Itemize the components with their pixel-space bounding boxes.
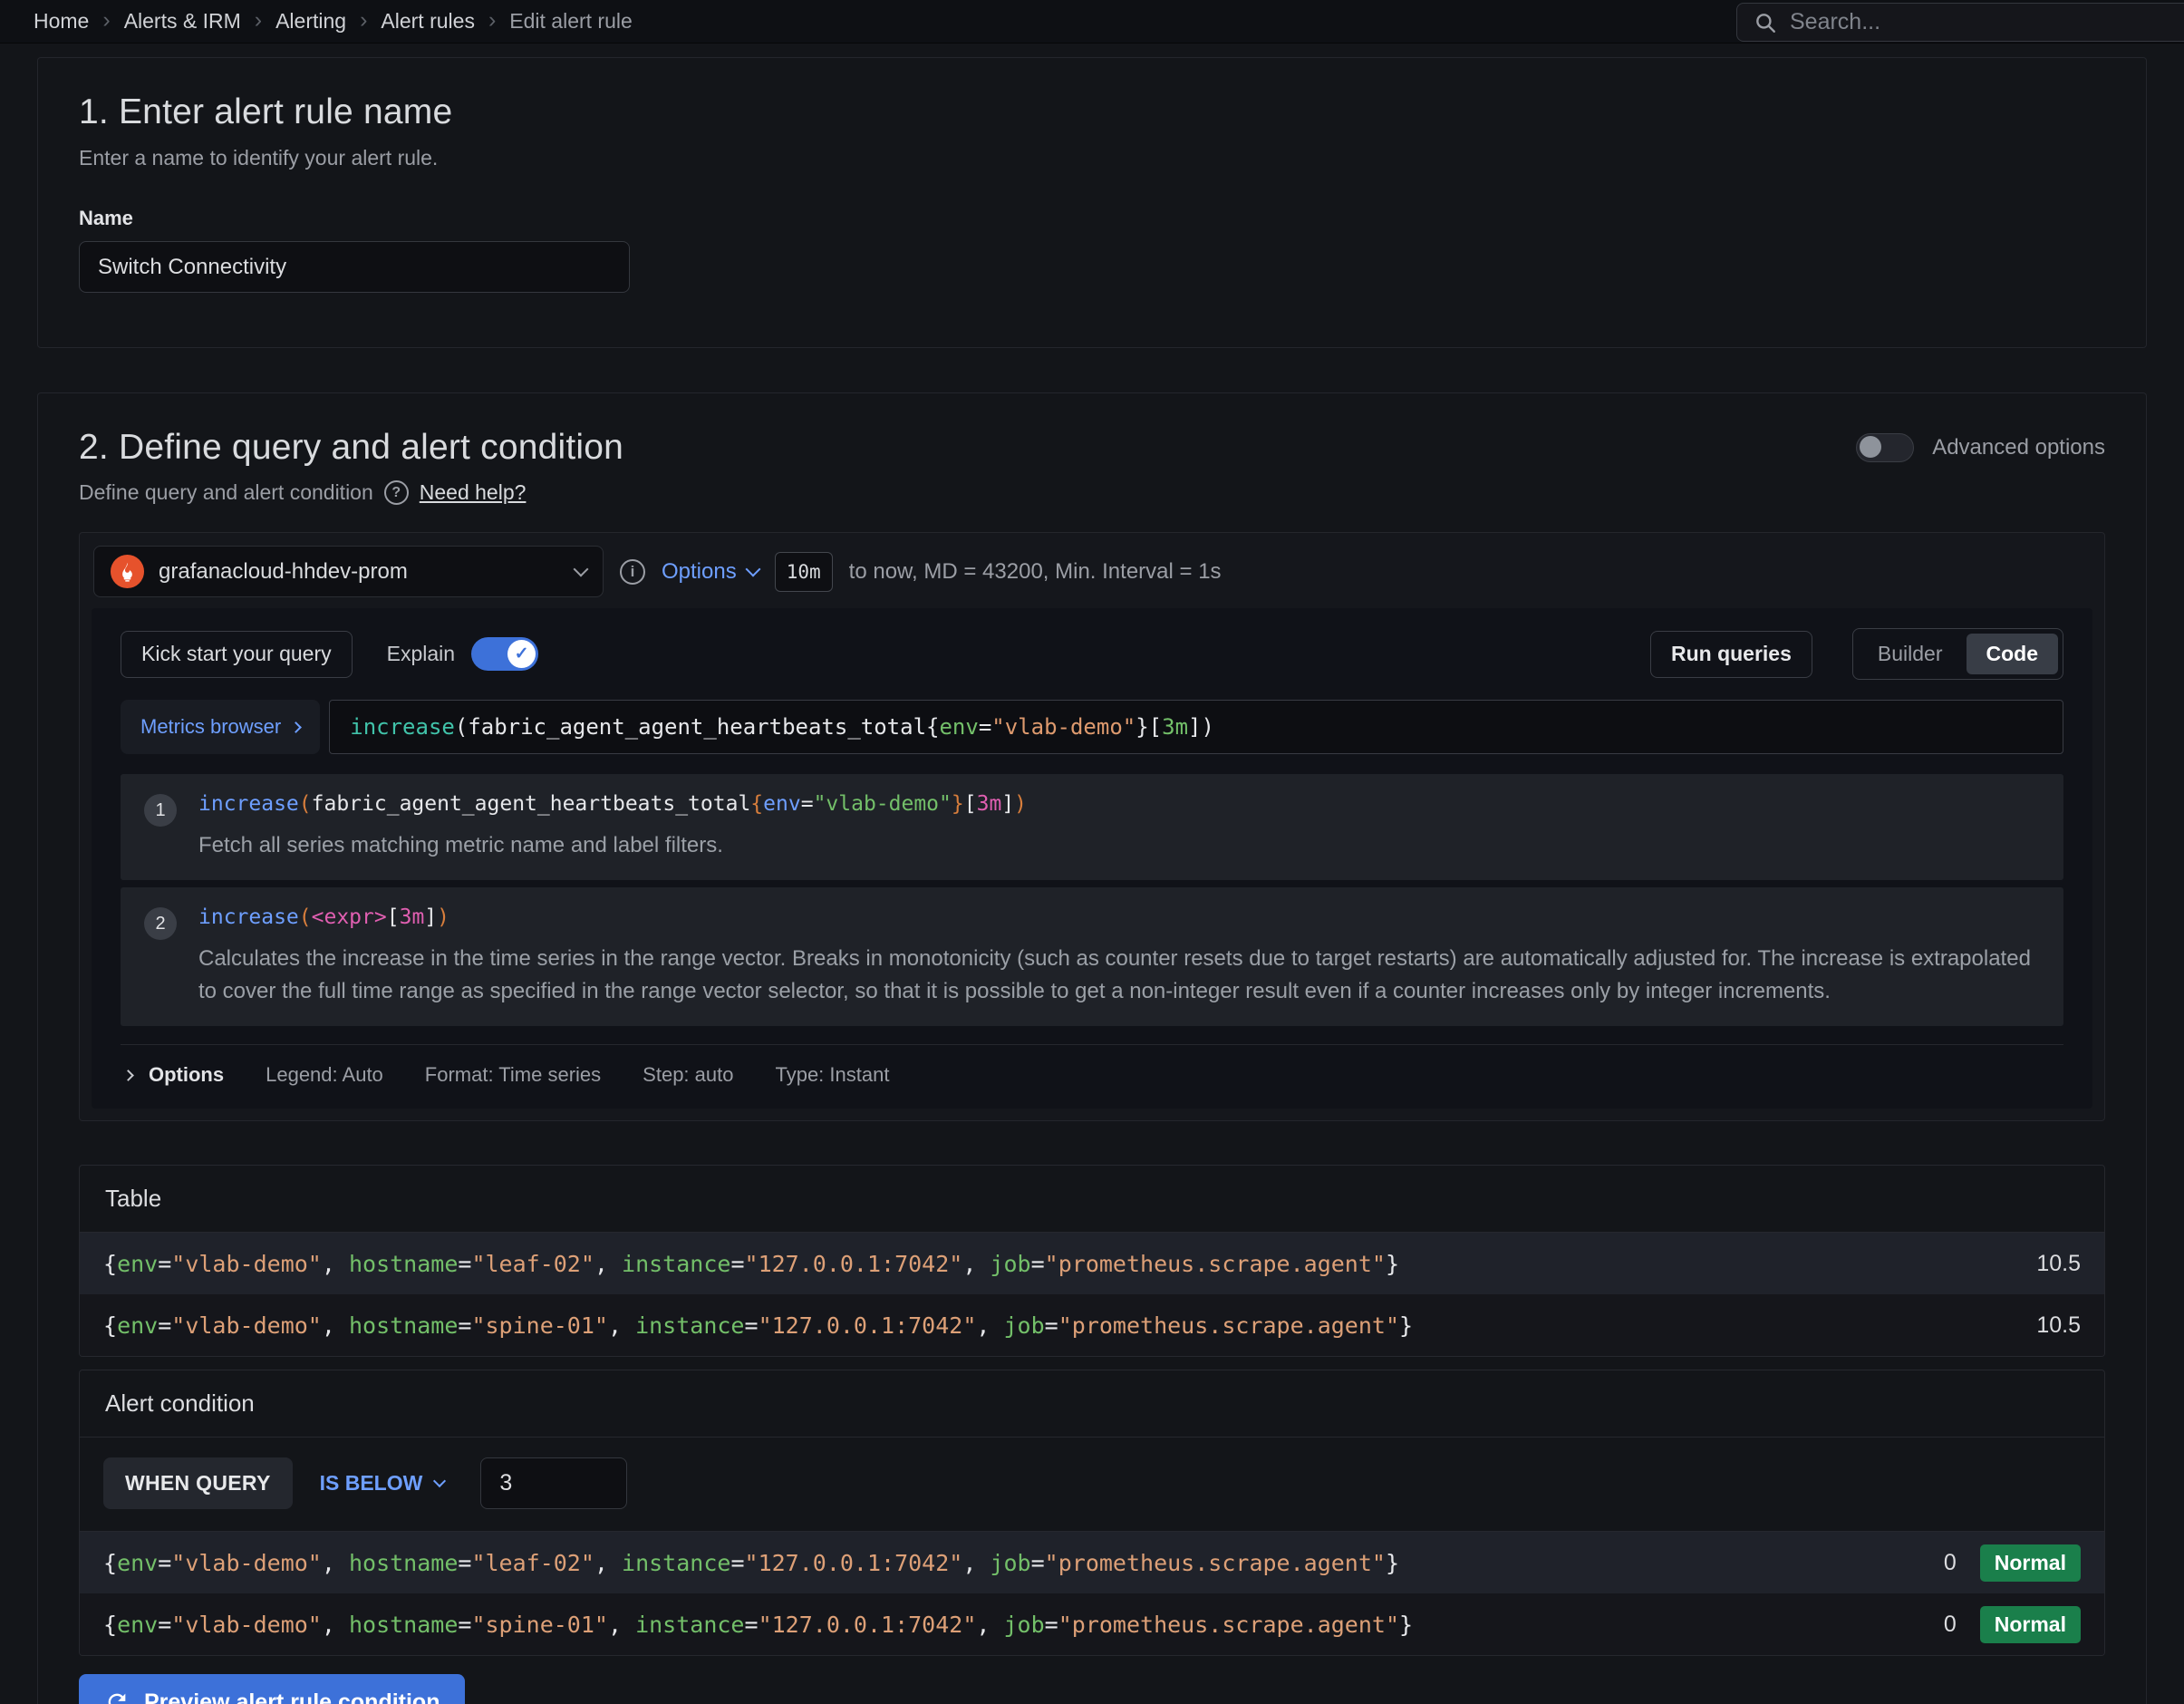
toggle-check-icon: ✓: [507, 640, 536, 668]
chevron-down-icon: [574, 561, 589, 576]
advanced-options-toggle[interactable]: [1856, 433, 1914, 462]
section-define-query: 2. Define query and alert condition Adva…: [37, 392, 2147, 1704]
datasource-name: grafanacloud-hhdev-prom: [159, 559, 561, 585]
options-expander[interactable]: Options: [124, 1063, 224, 1087]
series-value: 10.5: [2036, 1251, 2081, 1277]
metrics-browser-label: Metrics browser: [140, 715, 281, 739]
breadcrumb-separator: ›: [488, 7, 496, 34]
state-badge: Normal: [1980, 1606, 2081, 1643]
table-rows: {env="vlab-demo", hostname="leaf-02", in…: [80, 1233, 2104, 1356]
alert-condition-title: Alert condition: [80, 1370, 2104, 1438]
builder-tab[interactable]: Builder: [1858, 634, 1963, 674]
query-options-row: Options Legend: Auto Format: Time series…: [121, 1044, 2063, 1089]
preview-button-label: Preview alert rule condition: [144, 1689, 440, 1704]
top-nav: Home › Alerts & IRM › Alerting › Alert rules › E…: [0, 0, 2184, 44]
query-panel: Kick start your query Explain ✓ Run quer…: [92, 608, 2092, 1109]
breadcrumb-separator: ›: [102, 7, 110, 34]
options-label: Options: [149, 1063, 224, 1087]
chevron-down-icon: [433, 1474, 446, 1486]
breadcrumb-item: Edit alert rule: [509, 9, 633, 34]
table-panel: Table {env="vlab-demo", hostname="leaf-0…: [79, 1165, 2105, 1357]
query-options-label: Options: [662, 559, 737, 585]
alert-rule-name-input[interactable]: [79, 241, 630, 293]
breadcrumb-item[interactable]: Home: [34, 9, 89, 34]
section-enter-alert-rule-name: 1. Enter alert rule name Enter a name to…: [37, 57, 2147, 348]
step-number-badge: 2: [144, 907, 177, 940]
preview-alert-rule-button[interactable]: Preview alert rule condition: [79, 1674, 465, 1704]
run-queries-button[interactable]: Run queries: [1650, 631, 1812, 678]
explain-code: increase(fabric_agent_agent_heartbeats_t…: [198, 792, 1027, 816]
explain-toggle[interactable]: ✓: [471, 637, 538, 671]
metrics-browser-button[interactable]: Metrics browser: [121, 700, 320, 754]
toggle-knob: [1860, 436, 1881, 458]
search-box[interactable]: [1736, 3, 2184, 42]
code-tab[interactable]: Code: [1967, 634, 2059, 674]
search-input[interactable]: [1790, 9, 2184, 35]
series-labels: {env="vlab-demo", hostname="spine-01", i…: [103, 1312, 1413, 1339]
search-icon: [1754, 11, 1777, 34]
breadcrumb-separator: ›: [255, 7, 262, 34]
alert-instance-row: {env="vlab-demo", hostname="spine-01", i…: [80, 1593, 2104, 1655]
type-setting: Type: Instant: [775, 1063, 889, 1087]
explain-list: 1 increase(fabric_agent_agent_heartbeats…: [121, 774, 2063, 1026]
alert-rows: {env="vlab-demo", hostname="leaf-02", in…: [80, 1531, 2104, 1655]
explain-text: Fetch all series matching metric name an…: [198, 829, 1027, 862]
kick-start-query-button[interactable]: Kick start your query: [121, 631, 353, 678]
breadcrumb: Home › Alerts & IRM › Alerting › Alert rules › E…: [34, 9, 633, 34]
name-label: Name: [79, 207, 2105, 230]
breadcrumb-item[interactable]: Alert rules: [381, 9, 475, 34]
section2-subtitle: Define query and alert condition: [79, 480, 373, 505]
chevron-right-icon: [122, 1070, 134, 1081]
chevron-right-icon: [290, 721, 302, 733]
promql-expression-input[interactable]: increase(fabric_agent_agent_heartbeats_t…: [329, 700, 2063, 754]
explain-text: Calculates the increase in the time seri…: [198, 943, 2040, 1008]
breadcrumb-item[interactable]: Alerts & IRM: [124, 9, 241, 34]
breadcrumb-separator: ›: [360, 7, 367, 34]
series-value: 10.5: [2036, 1312, 2081, 1339]
legend-setting: Legend: Auto: [266, 1063, 383, 1087]
series-labels: {env="vlab-demo", hostname="leaf-02", in…: [103, 1550, 1399, 1576]
step-number-badge: 1: [144, 794, 177, 827]
prometheus-icon: [111, 555, 144, 588]
series-value: 0: [1944, 1612, 1957, 1638]
series-labels: {env="vlab-demo", hostname="leaf-02", in…: [103, 1251, 1399, 1277]
query-editor-card: grafanacloud-hhdev-prom i Options 10m to…: [79, 532, 2105, 1121]
alert-instance-row: {env="vlab-demo", hostname="leaf-02", in…: [80, 1532, 2104, 1593]
need-help-link[interactable]: Need help?: [420, 480, 527, 505]
section1-subtitle: Enter a name to identify your alert rule…: [79, 146, 2105, 170]
table-panel-title: Table: [80, 1166, 2104, 1233]
datasource-meta: to now, MD = 43200, Min. Interval = 1s: [849, 559, 1222, 585]
step-setting: Step: auto: [643, 1063, 733, 1087]
query-options-dropdown[interactable]: Options: [662, 559, 759, 585]
when-query-button[interactable]: WHEN QUERY: [103, 1457, 293, 1509]
breadcrumb-item[interactable]: Alerting: [275, 9, 346, 34]
builder-code-switch: Builder Code: [1852, 628, 2063, 680]
table-row: {env="vlab-demo", hostname="spine-01", i…: [80, 1294, 2104, 1356]
section1-title: 1. Enter alert rule name: [79, 92, 2105, 132]
info-icon: i: [620, 559, 645, 585]
section2-title: 2. Define query and alert condition: [79, 428, 623, 468]
table-row: {env="vlab-demo", hostname="leaf-02", in…: [80, 1233, 2104, 1294]
series-value: 0: [1944, 1550, 1957, 1576]
datasource-picker[interactable]: grafanacloud-hhdev-prom: [93, 546, 604, 597]
state-badge: Normal: [1980, 1544, 2081, 1582]
advanced-options-label: Advanced options: [1932, 435, 2105, 460]
condition-operator-label: IS BELOW: [320, 1471, 423, 1496]
explain-code: increase(<expr>[3m]): [198, 905, 2040, 929]
explain-item: 2 increase(<expr>[3m]) Calculates the in…: [121, 887, 2063, 1026]
alert-condition-panel: Alert condition WHEN QUERY IS BELOW {env…: [79, 1370, 2105, 1656]
explain-item: 1 increase(fabric_agent_agent_heartbeats…: [121, 774, 2063, 880]
chevron-down-icon: [745, 561, 760, 576]
series-labels: {env="vlab-demo", hostname="spine-01", i…: [103, 1612, 1413, 1638]
format-setting: Format: Time series: [425, 1063, 601, 1087]
refresh-icon: [104, 1689, 130, 1704]
threshold-input[interactable]: [480, 1457, 627, 1509]
interval-chip[interactable]: 10m: [775, 552, 833, 592]
condition-operator-dropdown[interactable]: IS BELOW: [320, 1471, 445, 1496]
question-circle-icon: ?: [384, 480, 409, 505]
explain-label: Explain: [387, 642, 455, 666]
